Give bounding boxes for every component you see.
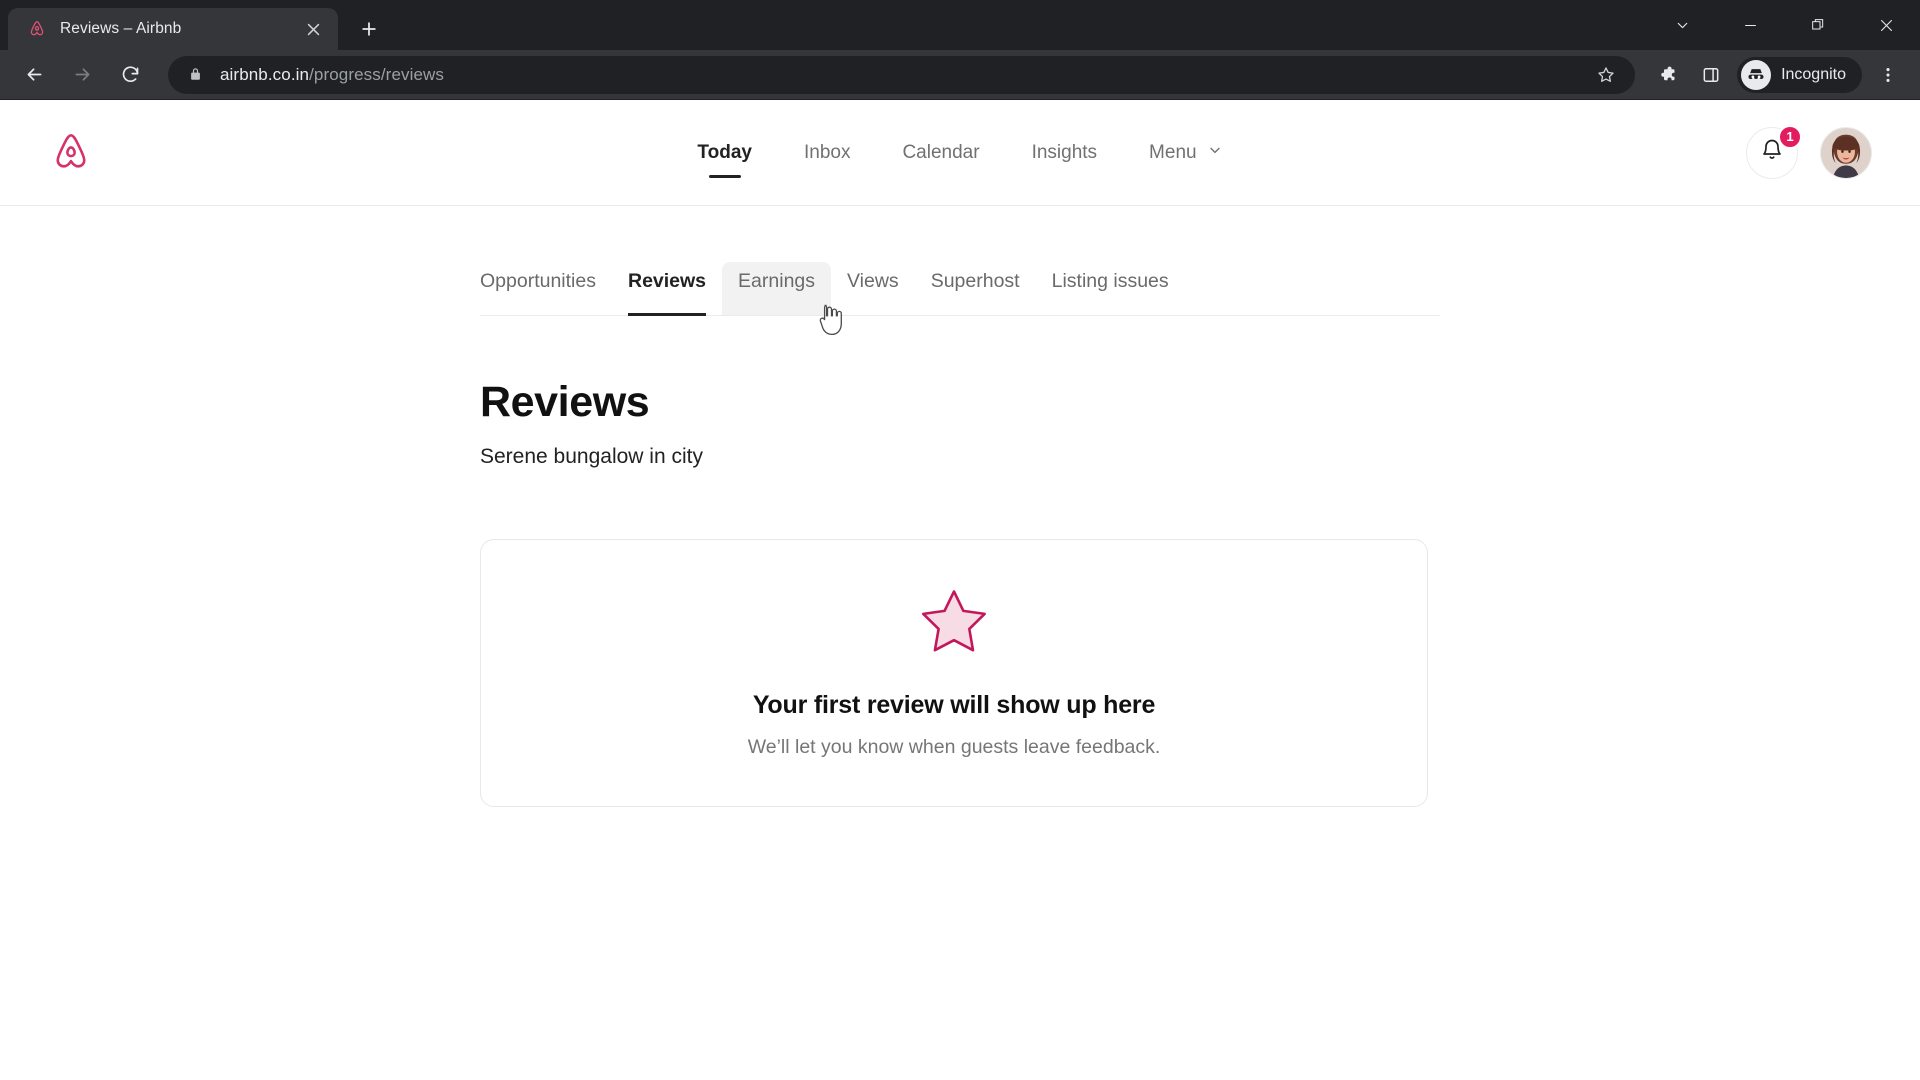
chevron-down-icon (1207, 142, 1223, 164)
minimize-to-tray-button[interactable] (1648, 0, 1716, 50)
airbnb-favicon (26, 18, 48, 40)
subtab-label: Superhost (930, 270, 1020, 292)
window-controls (1648, 0, 1920, 50)
nav-item-label: Menu (1149, 141, 1197, 163)
subtab-label: Earnings (738, 270, 816, 292)
incognito-label: Incognito (1781, 65, 1846, 83)
new-tab-button[interactable] (352, 12, 386, 46)
close-tab-icon[interactable] (300, 16, 326, 42)
url-text: airbnb.co.in/progress/reviews (220, 65, 444, 85)
tab-strip: Reviews – Airbnb (0, 0, 1920, 50)
subtab-opportunities[interactable]: Opportunities (480, 262, 612, 315)
progress-content: Opportunities Reviews Earnings Views Sup… (480, 206, 1440, 807)
nav-item-today[interactable]: Today (671, 132, 778, 174)
incognito-icon (1741, 59, 1772, 90)
close-window-button[interactable] (1852, 0, 1920, 50)
subtab-superhost[interactable]: Superhost (915, 262, 1036, 315)
star-icon (918, 587, 990, 657)
notifications-button[interactable]: 1 (1746, 124, 1802, 179)
subtab-label: Opportunities (480, 270, 596, 292)
subtab-listing-issues[interactable]: Listing issues (1036, 262, 1185, 315)
forward-button (62, 55, 102, 95)
subtab-label: Views (847, 270, 899, 292)
listing-name: Serene bungalow in city (480, 445, 703, 468)
subtab-earnings[interactable]: Earnings (722, 262, 832, 315)
airbnb-logo[interactable] (48, 125, 100, 181)
nav-item-calendar[interactable]: Calendar (876, 132, 1005, 174)
url-path: /progress/reviews (309, 64, 445, 84)
user-avatar[interactable] (1820, 126, 1872, 179)
empty-state-card: Your first review will show up here We’l… (480, 539, 1428, 807)
url-host: airbnb.co.in (220, 64, 310, 84)
subtab-label: Listing issues (1051, 270, 1169, 292)
browser-toolbar: airbnb.co.in/progress/reviews Incognito (0, 50, 1920, 100)
profile-incognito-button[interactable]: Incognito (1737, 56, 1862, 93)
airbnb-page: Today Inbox Calendar Insights Menu 1 Opp… (0, 100, 1920, 1080)
nav-item-label: Insights (1031, 141, 1098, 163)
empty-state-heading: Your first review will show up here (752, 691, 1156, 719)
main-navigation: Today Inbox Calendar Insights Menu (0, 132, 1920, 174)
subtab-label: Reviews (627, 270, 707, 292)
page-title: Reviews (480, 378, 650, 426)
lock-icon (186, 66, 204, 84)
nav-item-inbox[interactable]: Inbox (778, 132, 876, 174)
nav-item-menu[interactable]: Menu (1123, 132, 1249, 174)
nav-item-insights[interactable]: Insights (1006, 132, 1123, 174)
minimize-button[interactable] (1716, 0, 1784, 50)
notification-count-badge: 1 (1778, 124, 1802, 149)
restore-button[interactable] (1784, 0, 1852, 50)
site-header: Today Inbox Calendar Insights Menu 1 (0, 100, 1920, 206)
back-button[interactable] (14, 55, 54, 95)
header-right-actions: 1 (1746, 124, 1872, 179)
browser-chrome: Reviews – Airbnb airbnb.co.in/progress/r… (0, 0, 1920, 100)
tab-title: Reviews – Airbnb (60, 20, 182, 37)
bookmark-star-icon[interactable] (1591, 60, 1621, 90)
side-panel-icon[interactable] (1691, 55, 1731, 95)
empty-state-description: We’ll let you know when guests leave fee… (747, 736, 1161, 758)
nav-item-label: Today (697, 141, 752, 163)
progress-subtabs: Opportunities Reviews Earnings Views Sup… (480, 262, 1440, 316)
address-bar[interactable]: airbnb.co.in/progress/reviews (168, 55, 1636, 94)
subtab-reviews[interactable]: Reviews (612, 262, 722, 316)
extensions-icon[interactable] (1647, 55, 1687, 95)
kebab-menu-icon[interactable] (1868, 55, 1908, 95)
nav-item-label: Calendar (902, 141, 980, 163)
nav-item-label: Inbox (803, 141, 851, 163)
browser-tab[interactable]: Reviews – Airbnb (8, 8, 338, 50)
reload-button[interactable] (110, 55, 150, 95)
subtab-views[interactable]: Views (831, 262, 915, 315)
